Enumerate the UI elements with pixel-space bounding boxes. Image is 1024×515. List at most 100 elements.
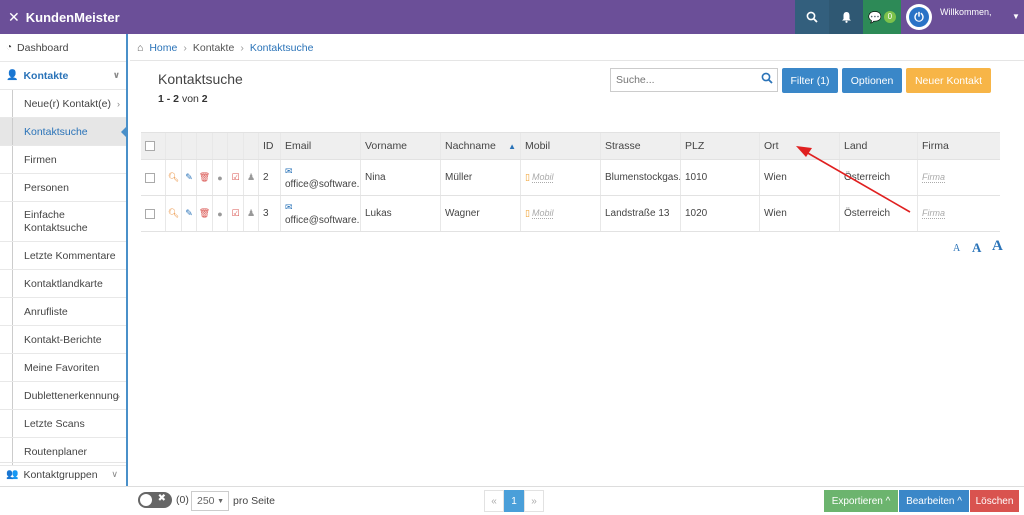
phone-icon: ▯ <box>525 208 530 218</box>
delete-icon[interactable]: 🗑︎ <box>197 160 213 195</box>
sidebar-item-label: Letzte Scans <box>24 417 85 430</box>
row-checkbox[interactable] <box>145 208 155 219</box>
select-all-cell <box>141 133 166 159</box>
sidebar-item-kontakte[interactable]: 👤 Kontakte ∨ <box>0 62 126 90</box>
sidebar-item-kontaktsuche[interactable]: Kontaktsuche <box>0 118 128 146</box>
cell-email-text: office@software... <box>285 178 361 190</box>
envelope-icon: ✉ <box>285 201 293 212</box>
sidebar-item-dublettenerkennung[interactable]: Dublettenerkennung › <box>0 382 126 410</box>
header-ort[interactable]: Ort <box>760 133 840 159</box>
sidebar-item-personen[interactable]: Personen <box>0 174 126 202</box>
header-action-cell <box>197 133 213 159</box>
sort-icon[interactable]: ▲ <box>508 142 516 151</box>
pagination-next[interactable]: » <box>524 490 544 512</box>
cell-vorname: Nina <box>361 160 441 195</box>
selection-toggle[interactable]: ✖ <box>138 492 172 508</box>
cell-vorname: Lukas <box>361 196 441 231</box>
header-email[interactable]: Email <box>281 133 361 159</box>
comment-icon[interactable]: ● <box>213 196 228 231</box>
sidebar-item-kontakt-berichte[interactable]: Kontakt-Berichte <box>0 326 126 354</box>
sidebar-item-neuer-kontakt[interactable]: Neue(r) Kontakt(e) › <box>0 90 126 118</box>
header-vorname[interactable]: Vorname <box>361 133 441 159</box>
header-mobil[interactable]: Mobil <box>521 133 601 159</box>
sidebar-item-kontaktlandkarte[interactable]: Kontaktlandkarte <box>0 270 126 298</box>
pagination-prev[interactable]: « <box>484 490 504 512</box>
user-menu-caret-icon[interactable]: ▼ <box>1012 12 1020 21</box>
sidebar-item-letzte-kommentare[interactable]: Letzte Kommentare <box>0 242 126 270</box>
edit-icon[interactable]: ✎ <box>182 196 197 231</box>
bulk-edit-button[interactable]: Bearbeiten ^ <box>899 490 969 512</box>
comment-icon[interactable]: ● <box>213 160 228 195</box>
cell-mobil[interactable]: ▯ Mobil <box>521 196 601 231</box>
header-land[interactable]: Land <box>840 133 918 159</box>
table-row[interactable]: 🔍︎ ✎ 🗑︎ ● ☑ ♟ 3 ✉ office@software... Luk… <box>141 196 1000 232</box>
cell-email[interactable]: ✉ office@software... <box>281 160 361 195</box>
sidebar-item-letzte-scans[interactable]: Letzte Scans <box>0 410 126 438</box>
person-icon[interactable]: ♟ <box>244 196 259 231</box>
sidebar-item-dashboard[interactable]: ◔ Dashboard <box>0 34 126 62</box>
select-all-checkbox[interactable] <box>145 141 155 151</box>
font-size-small[interactable]: A <box>953 243 960 254</box>
new-contact-button[interactable]: Neuer Kontakt <box>906 68 991 93</box>
top-search-button[interactable] <box>795 0 829 34</box>
cell-id: 3 <box>259 196 281 231</box>
view-icon[interactable]: 🔍︎ <box>166 196 182 231</box>
sidebar-item-kontaktgruppen[interactable]: 👥 Kontaktgruppen ∨ <box>0 462 126 486</box>
home-icon: ⌂ <box>137 42 144 54</box>
bell-icon <box>841 12 851 23</box>
sidebar-item-firmen[interactable]: Firmen <box>0 146 126 174</box>
cell-mobil-placeholder: Mobil <box>531 208 554 219</box>
cell-email[interactable]: ✉ office@software... <box>281 196 361 231</box>
header-nachname[interactable]: Nachname ▲ <box>441 133 521 159</box>
delete-icon[interactable]: 🗑︎ <box>197 196 213 231</box>
messages-button[interactable]: 💬 0 <box>863 0 901 34</box>
cell-land: Österreich <box>840 196 918 231</box>
page-title: Kontaktsuche <box>158 71 243 87</box>
chevron-right-icon: › <box>117 390 120 401</box>
header-strasse[interactable]: Strasse <box>601 133 681 159</box>
bulk-delete-button[interactable]: Löschen <box>970 490 1019 512</box>
cell-firma[interactable]: Firma <box>918 196 999 231</box>
notifications-button[interactable] <box>829 0 863 34</box>
table-row[interactable]: 🔍︎ ✎ 🗑︎ ● ☑ ♟ 2 ✉ office@software... Nin… <box>141 160 1000 196</box>
logo-icon: ✕ <box>8 9 20 25</box>
filter-button[interactable]: Filter (1) <box>782 68 838 93</box>
task-icon[interactable]: ☑ <box>228 196 244 231</box>
options-button[interactable]: Optionen <box>842 68 902 93</box>
search-icon[interactable] <box>761 72 773 87</box>
edit-icon[interactable]: ✎ <box>182 160 197 195</box>
per-page-label: pro Seite <box>233 495 276 507</box>
app-logo[interactable]: ✕ KundenMeister <box>8 9 120 26</box>
breadcrumb-kontakte[interactable]: Kontakte <box>193 42 234 54</box>
pagination-page-1[interactable]: 1 <box>504 490 524 512</box>
sidebar-item-label: Einfache Kontaktsuche <box>24 208 88 234</box>
person-icon[interactable]: ♟ <box>244 160 259 195</box>
cell-email-text: office@software... <box>285 214 361 226</box>
cell-firma[interactable]: Firma <box>918 160 999 195</box>
cell-strasse: Blumenstockgas... <box>601 160 681 195</box>
chevron-down-icon: ∨ <box>112 70 120 80</box>
header-firma[interactable]: Firma <box>918 133 999 159</box>
per-page-select[interactable]: 250 ▼ <box>191 491 229 511</box>
sidebar-item-label: Kontaktgruppen <box>23 468 98 481</box>
header-plz[interactable]: PLZ <box>681 133 760 159</box>
header-id[interactable]: ID <box>259 133 281 159</box>
cell-ort: Wien <box>760 160 840 195</box>
row-checkbox[interactable] <box>145 172 155 183</box>
cell-id: 2 <box>259 160 281 195</box>
font-size-medium[interactable]: A <box>972 240 981 256</box>
cell-firma-placeholder: Firma <box>922 208 945 219</box>
sidebar-item-anrufliste[interactable]: Anrufliste <box>0 298 126 326</box>
cell-nachname: Wagner <box>441 196 521 231</box>
sidebar: ◔ Dashboard 👤 Kontakte ∨ Neue(r) Kontakt… <box>0 34 128 486</box>
breadcrumb-home[interactable]: Home <box>149 42 177 54</box>
search-input[interactable] <box>616 74 756 86</box>
user-avatar[interactable]: ⏻ <box>906 4 932 30</box>
cell-mobil[interactable]: ▯ Mobil <box>521 160 601 195</box>
view-icon[interactable]: 🔍︎ <box>166 160 182 195</box>
export-button[interactable]: Exportieren ^ <box>824 490 898 512</box>
task-icon[interactable]: ☑ <box>228 160 244 195</box>
sidebar-item-meine-favoriten[interactable]: Meine Favoriten <box>0 354 126 382</box>
sidebar-item-einfache-kontaktsuche[interactable]: Einfache Kontaktsuche <box>0 202 126 242</box>
font-size-large[interactable]: A <box>992 238 1003 255</box>
